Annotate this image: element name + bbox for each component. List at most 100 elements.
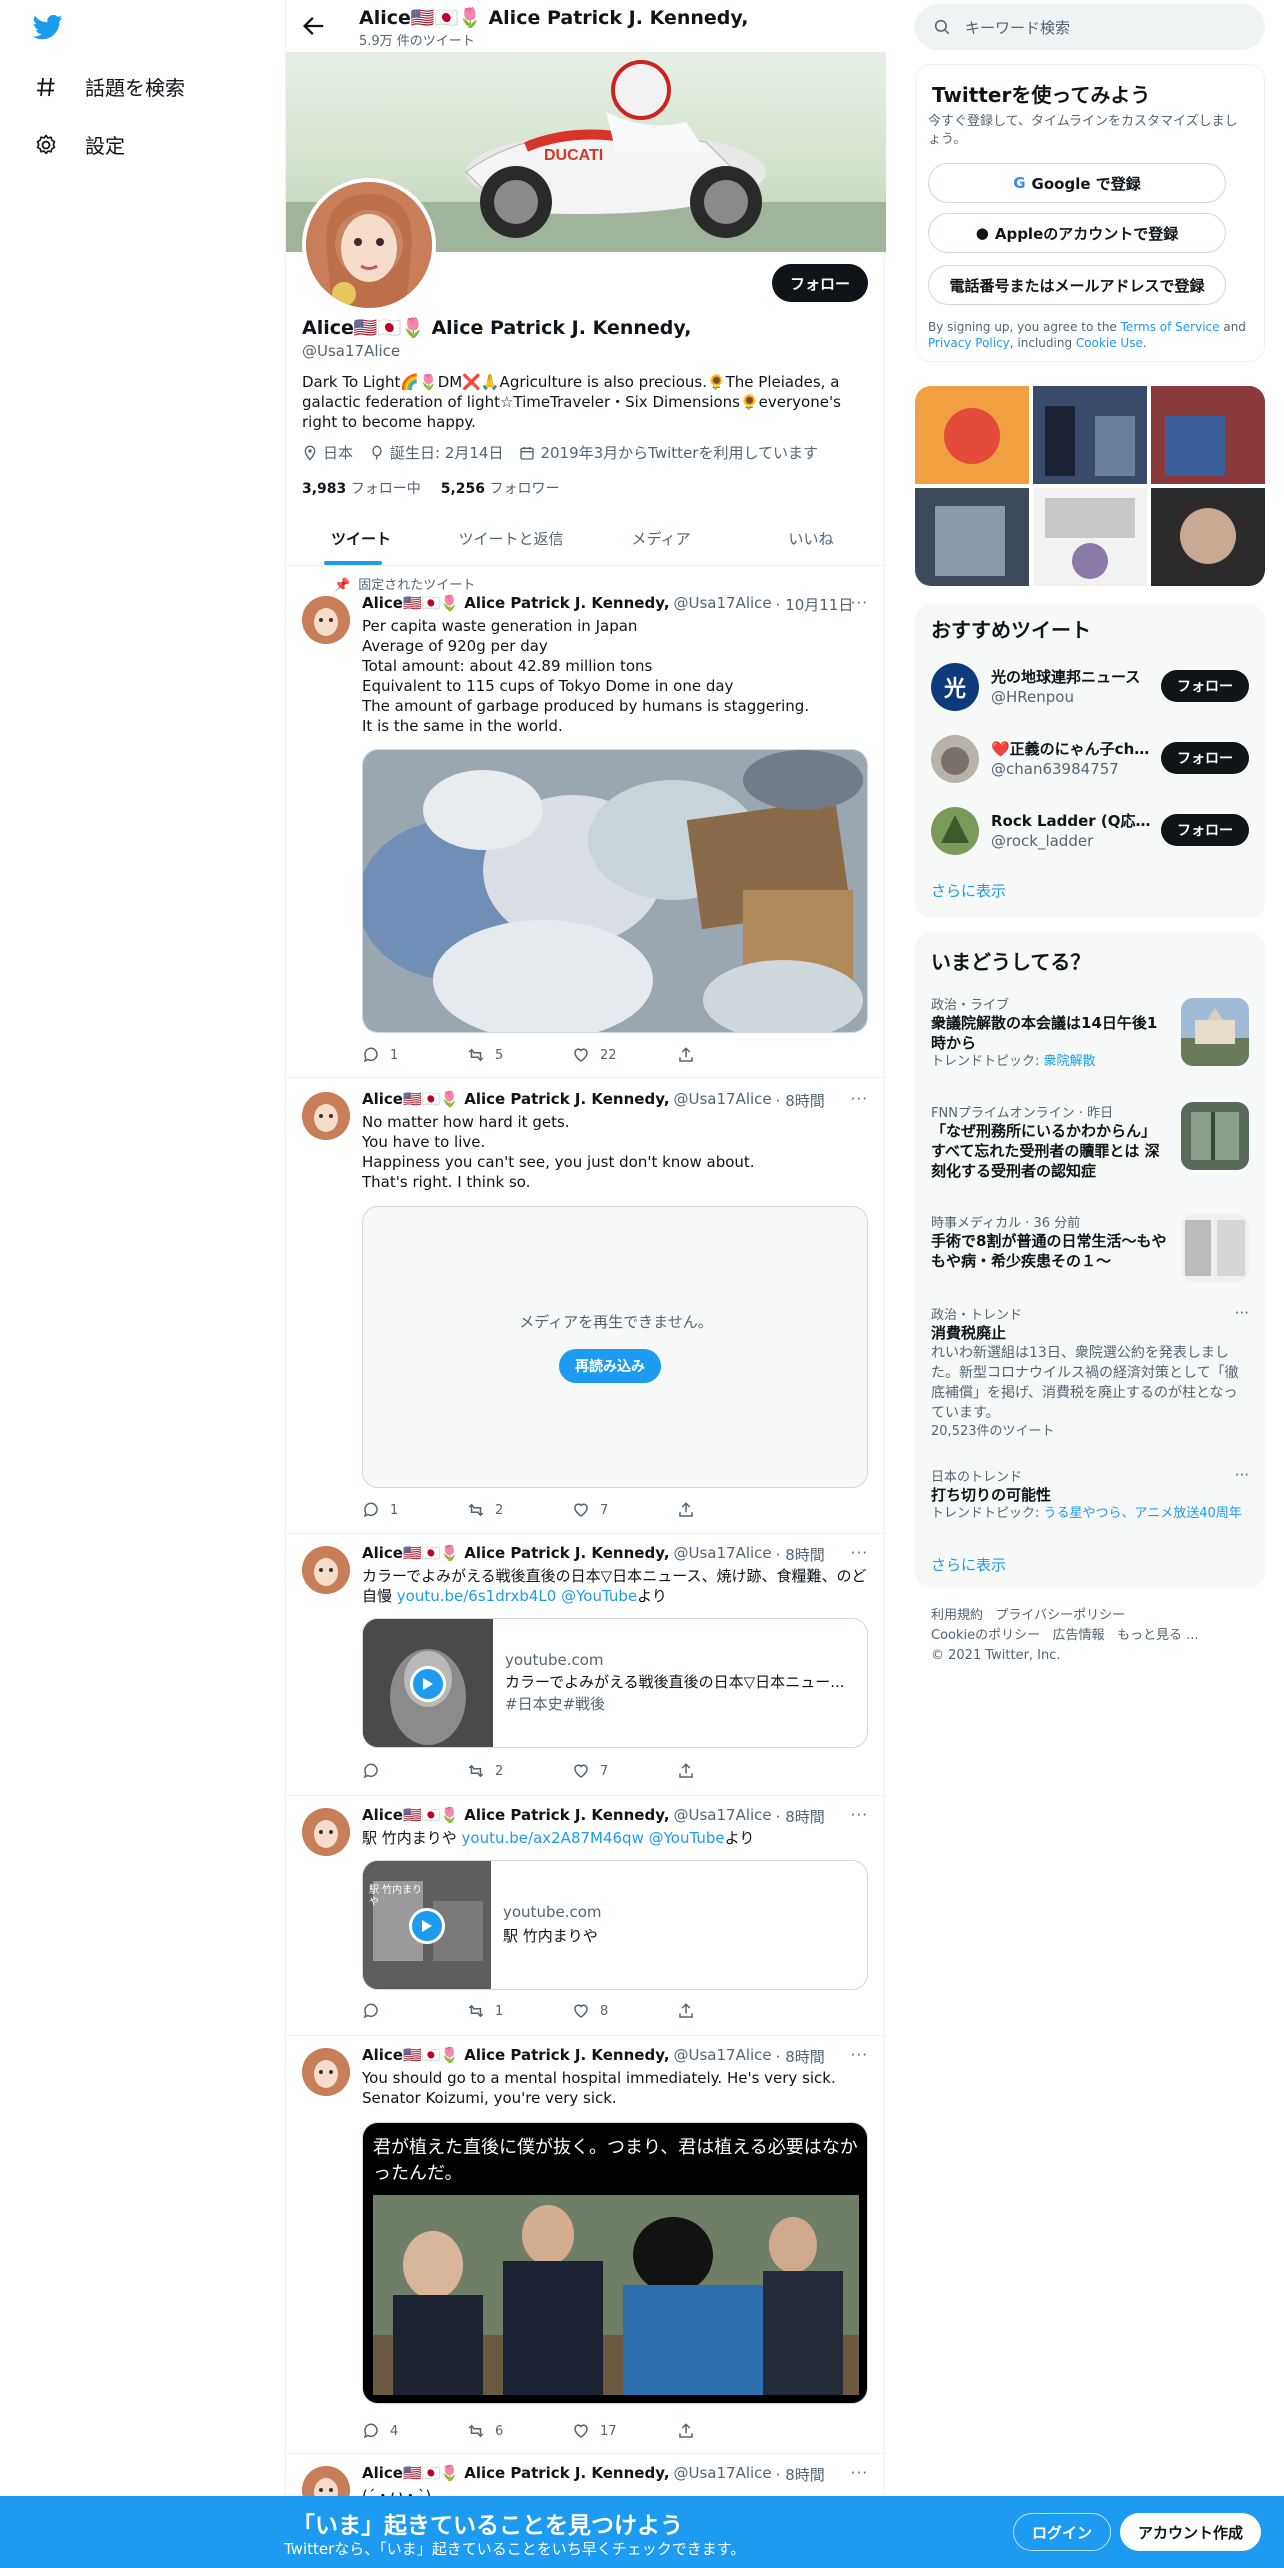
tweet-author-avatar[interactable]	[302, 596, 350, 644]
media-grid[interactable]	[915, 386, 1265, 586]
trend-more-icon[interactable]: ···	[1235, 1304, 1249, 1322]
phone-email-signup-button[interactable]: 電話番号またはメールアドレスで登録	[928, 265, 1226, 305]
search-box[interactable]: キーワード検索	[915, 4, 1265, 50]
tweet-2[interactable]: Alice🇺🇸🇯🇵🌷 Alice Patrick J. Kennedy, @Us…	[286, 1078, 886, 1534]
recommend-show-more[interactable]: さらに表示	[931, 880, 1006, 901]
retweet-button[interactable]: 5	[467, 1046, 572, 1064]
footer-link[interactable]: 利用規約	[931, 1608, 983, 1623]
tweet-author-handle[interactable]: @Usa17Alice	[674, 1806, 772, 1827]
trend-item[interactable]: 時事メディカル · 36 分前 手術で8割が普通の日常生活～もやもや病・希少疾患…	[931, 1212, 1249, 1288]
back-arrow-icon[interactable]	[300, 12, 328, 40]
reply-button[interactable]: 1	[362, 1046, 467, 1064]
tweet-link[interactable]: youtu.be/ax2A87M46qw	[462, 1829, 644, 1847]
tweet-author-avatar[interactable]	[302, 1808, 350, 1856]
tab-media[interactable]: メディア	[586, 512, 736, 565]
privacy-link[interactable]: Privacy Policy	[928, 336, 1010, 350]
reply-button[interactable]	[362, 1762, 467, 1780]
trend-more-icon[interactable]: ···	[1235, 1466, 1249, 1484]
login-button[interactable]: ログイン	[1013, 2513, 1112, 2551]
recommend-avatar[interactable]: 光	[931, 663, 979, 711]
tab-likes[interactable]: いいね	[736, 512, 886, 565]
link-card-youtube[interactable]: youtube.com カラーでよみがえる戦後直後の日本▽日本ニュー... #日…	[362, 1618, 868, 1748]
footer-link[interactable]: Cookieのポリシー	[931, 1628, 1040, 1643]
reload-button[interactable]: 再読み込み	[559, 1349, 661, 1383]
footer-link[interactable]: 広告情報	[1053, 1628, 1105, 1643]
reply-button[interactable]	[362, 2002, 467, 2020]
follow-button[interactable]: フォロー	[1161, 814, 1249, 846]
more-options-icon[interactable]: ···	[851, 2046, 868, 2064]
cookie-link[interactable]: Cookie Use	[1076, 336, 1143, 350]
tweet-author-name[interactable]: Alice🇺🇸🇯🇵🌷 Alice Patrick J. Kennedy,	[362, 1806, 670, 1827]
tweet-pinned[interactable]: 📌 固定されたツイート Alice🇺🇸🇯🇵🌷 Alice Patrick J. K…	[286, 566, 886, 1078]
terms-link[interactable]: Terms of Service	[1121, 320, 1220, 334]
footer-link[interactable]: プライバシーポリシー	[995, 1608, 1125, 1623]
follow-button[interactable]: フォロー	[1161, 742, 1249, 774]
like-button[interactable]: 22	[572, 1046, 677, 1064]
share-button[interactable]	[677, 1501, 782, 1519]
tweet-author-name[interactable]: Alice🇺🇸🇯🇵🌷 Alice Patrick J. Kennedy,	[362, 2046, 670, 2067]
profile-avatar[interactable]	[302, 178, 436, 312]
retweet-button[interactable]: 6	[467, 2422, 572, 2440]
tweet-4[interactable]: Alice🇺🇸🇯🇵🌷 Alice Patrick J. Kennedy, @Us…	[286, 1796, 886, 2036]
more-options-icon[interactable]: ···	[851, 1090, 868, 1108]
tweet-time[interactable]: · 8時間	[776, 1090, 825, 1111]
tweet-author-avatar[interactable]	[302, 2048, 350, 2096]
retweet-button[interactable]: 2	[467, 1501, 572, 1519]
tweet-time[interactable]: · 8時間	[776, 1544, 825, 1565]
tweet-author-handle[interactable]: @Usa17Alice	[674, 2464, 772, 2485]
play-icon[interactable]	[410, 1666, 446, 1702]
recommend-item[interactable]: ❤️正義のにゃん子ch... @chan63984757 フォロー	[931, 730, 1249, 788]
google-signup-button[interactable]: G Google で登録	[928, 163, 1226, 203]
tweet-author-name[interactable]: Alice🇺🇸🇯🇵🌷 Alice Patrick J. Kennedy,	[362, 2464, 670, 2485]
tweet-time[interactable]: · 8時間	[776, 2046, 825, 2067]
footer-link[interactable]: もっと見る ...	[1117, 1628, 1199, 1643]
tweet-link[interactable]: youtu.be/6s1drxb4L0	[397, 1587, 557, 1605]
recommend-item[interactable]: 光 光の地球連邦ニュース @HRenpou フォロー	[931, 658, 1249, 716]
tweet-mention[interactable]: @YouTube	[649, 1829, 725, 1847]
tab-tweets[interactable]: ツイート	[286, 512, 436, 565]
trend-topic-link[interactable]: うる星やつら、アニメ放送40周年	[1044, 1506, 1242, 1521]
trend-topic-link[interactable]: 衆院解散	[1044, 1054, 1096, 1069]
trend-item[interactable]: 日本のトレンド 打ち切りの可能性 トレンドトピック: うる星やつら、アニメ放送4…	[931, 1466, 1249, 1536]
followers-link[interactable]: 5,256 フォロワー	[441, 478, 560, 498]
more-options-icon[interactable]: ···	[851, 1544, 868, 1562]
tweet-author-avatar[interactable]	[302, 1546, 350, 1594]
share-button[interactable]	[677, 1046, 782, 1064]
tweet-image-koizumi[interactable]: 君が植えた直後に僕が抜く。つまり、君は植える必要はなかったんだ。	[362, 2122, 868, 2404]
retweet-button[interactable]: 1	[467, 2002, 572, 2020]
reply-button[interactable]: 4	[362, 2422, 467, 2440]
trend-item[interactable]: FNNプライムオンライン · 昨日 「なぜ刑務所にいるかわからん」すべて忘れた受…	[931, 1102, 1249, 1198]
tweet-author-handle[interactable]: @Usa17Alice	[674, 1090, 772, 1111]
tweet-author-name[interactable]: Alice🇺🇸🇯🇵🌷 Alice Patrick J. Kennedy,	[362, 594, 670, 615]
tweet-author-name[interactable]: Alice🇺🇸🇯🇵🌷 Alice Patrick J. Kennedy,	[362, 1544, 670, 1565]
following-link[interactable]: 3,983 フォロー中	[302, 478, 421, 498]
tweet-5[interactable]: Alice🇺🇸🇯🇵🌷 Alice Patrick J. Kennedy, @Us…	[286, 2036, 886, 2454]
recommend-avatar[interactable]	[931, 735, 979, 783]
reply-button[interactable]: 1	[362, 1501, 467, 1519]
tweet-author-name[interactable]: Alice🇺🇸🇯🇵🌷 Alice Patrick J. Kennedy,	[362, 1090, 670, 1111]
recommend-avatar[interactable]	[931, 807, 979, 855]
play-icon[interactable]	[409, 1908, 445, 1944]
more-options-icon[interactable]: ···	[851, 1806, 868, 1824]
like-button[interactable]: 7	[572, 1501, 677, 1519]
share-button[interactable]	[677, 2422, 782, 2440]
recommend-item[interactable]: Rock Ladder (Q応援... @rock_ladder フォロー	[931, 802, 1249, 860]
tweet-time[interactable]: · 8時間	[776, 1806, 825, 1827]
tweet-image-garbage[interactable]	[362, 749, 868, 1033]
share-button[interactable]	[677, 2002, 782, 2020]
follow-button[interactable]: フォロー	[771, 264, 868, 302]
nav-explore[interactable]: 話題を検索	[33, 72, 185, 101]
apple-signup-button[interactable]: ● Appleのアカウントで登録	[928, 213, 1226, 253]
link-card-youtube[interactable]: 駅 竹内まりや youtube.com 駅 竹内まりや	[362, 1860, 868, 1990]
like-button[interactable]: 17	[572, 2422, 677, 2440]
retweet-button[interactable]: 2	[467, 1762, 572, 1780]
tweet-mention[interactable]: @YouTube	[561, 1587, 637, 1605]
trend-item[interactable]: 政治・ライブ 衆議院解散の本会議は14日午後1時から トレンドトピック: 衆院解…	[931, 994, 1249, 1090]
more-options-icon[interactable]: ···	[851, 594, 868, 612]
more-options-icon[interactable]: ···	[851, 2464, 868, 2482]
tweet-author-handle[interactable]: @Usa17Alice	[674, 1544, 772, 1565]
twitter-logo-icon[interactable]	[32, 12, 63, 42]
tweet-time[interactable]: · 10月11日	[776, 594, 854, 615]
search-input[interactable]: キーワード検索	[965, 17, 1070, 38]
nav-settings[interactable]: 設定	[33, 130, 125, 159]
